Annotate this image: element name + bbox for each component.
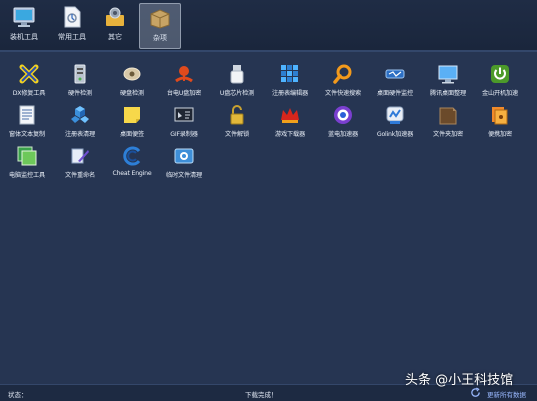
tool-file-rename[interactable]: 文件重命名 — [54, 145, 106, 187]
game-crown-icon — [281, 108, 299, 123]
tab-install-tools[interactable]: 装机工具 — [4, 3, 44, 47]
package-box-icon — [150, 9, 170, 29]
golink-icon — [386, 106, 404, 124]
tool-label: Cheat Engine — [112, 170, 152, 177]
rename-files-icon — [71, 148, 89, 164]
tool-temp-file-clean[interactable]: 临时文件清理 — [158, 145, 210, 187]
tool-label: 窗体文本复制 — [9, 131, 45, 138]
tool-label: 蓝电加速器 — [328, 131, 358, 138]
tool-dx-repair[interactable]: DX修复工具 — [3, 63, 55, 105]
tool-label: 腾讯桌面整理 — [430, 90, 466, 97]
monitor-icon — [13, 7, 35, 27]
tool-window-text-copy[interactable]: 窗体文本复制 — [1, 104, 53, 146]
tool-label: 注册表清理 — [65, 131, 95, 138]
tool-file-unlock[interactable]: 文件解锁 — [211, 104, 263, 146]
tool-game-downloader[interactable]: 游戏下载器 — [264, 104, 316, 146]
tool-disk-check[interactable]: 硬盘检测 — [106, 63, 158, 105]
tool-registry-editor[interactable]: 注册表编辑器 — [264, 63, 316, 105]
power-icon — [491, 65, 509, 83]
anchor-usb-icon — [175, 66, 193, 83]
green-windows-icon — [17, 146, 37, 166]
lock-files-icon — [492, 107, 508, 125]
text-document-icon — [19, 105, 35, 125]
tool-boot-accelerate[interactable]: 金山开机加速 — [474, 63, 526, 105]
tool-usb-encrypt[interactable]: 台电U盘加密 — [158, 63, 210, 105]
tool-pc-monitor[interactable]: 电脑监控工具 — [1, 145, 53, 187]
cheat-engine-icon — [123, 146, 141, 166]
tool-label: 台电U盘加密 — [166, 90, 202, 97]
tool-registry-cleaner[interactable]: 注册表清理 — [54, 104, 106, 146]
document-icon — [64, 6, 81, 28]
usb-drive-icon — [230, 65, 244, 84]
tool-label: U盘芯片检测 — [219, 90, 255, 97]
tool-gif-recorder[interactable]: GIF录制器 — [158, 104, 210, 146]
tool-label: 文件解锁 — [225, 131, 249, 138]
status-message: 下载完成！ — [245, 391, 278, 399]
desktop-monitor-icon — [438, 65, 458, 84]
tool-label: 文件快速搜索 — [325, 90, 361, 97]
watermark: 头条 @小王科技馆 — [405, 373, 514, 388]
registry-blocks-icon — [281, 65, 298, 82]
tool-label: 桌面便签 — [120, 131, 144, 138]
x-repair-icon — [19, 64, 39, 84]
gauge-monitor-icon — [385, 69, 405, 79]
tool-desktop-organizer[interactable]: 腾讯桌面整理 — [422, 63, 474, 105]
tab-common-tools[interactable]: 常用工具 — [52, 3, 92, 47]
folder-lock-icon — [439, 107, 457, 125]
tool-label: GIF录制器 — [170, 131, 198, 138]
tool-file-search[interactable]: 文件快速搜索 — [317, 63, 369, 105]
tab-misc[interactable]: 杂项 — [139, 3, 181, 49]
sticky-note-icon — [124, 107, 140, 123]
blue-orb-icon — [334, 106, 352, 124]
tool-usb-chip-detect[interactable]: U盘芯片检测 — [211, 63, 263, 105]
tool-hardware-detect[interactable]: 硬件检测 — [54, 63, 106, 105]
tab-label: 其它 — [108, 33, 122, 41]
tool-portable-encrypt[interactable]: 便携加密 — [474, 104, 526, 146]
tool-label: 桌面硬件监控 — [377, 90, 413, 97]
tool-blue-accelerator[interactable]: 蓝电加速器 — [317, 104, 369, 146]
tool-label: 注册表编辑器 — [272, 90, 308, 97]
toolbar-divider — [0, 50, 537, 52]
tool-label: DX修复工具 — [12, 90, 46, 97]
tool-folder-encrypt[interactable]: 文件夹加密 — [422, 104, 474, 146]
tool-label: 便携加密 — [488, 131, 512, 138]
tool-label: 硬件检测 — [68, 90, 92, 97]
clean-icon — [174, 148, 194, 164]
hard-disk-icon — [123, 67, 141, 81]
cubes-icon — [71, 106, 89, 123]
tab-others[interactable]: 其它 — [95, 3, 135, 47]
status-label: 状态： — [8, 391, 28, 399]
tool-label: 文件夹加密 — [433, 131, 463, 138]
tool-label: 游戏下载器 — [275, 131, 305, 138]
tool-hardware-monitor[interactable]: 桌面硬件监控 — [369, 63, 421, 105]
gear-folder-icon — [106, 7, 124, 26]
tool-label: 电脑监控工具 — [9, 172, 45, 179]
tool-label: 文件重命名 — [65, 172, 95, 179]
gif-recorder-icon — [174, 107, 194, 122]
tool-golink-accelerator[interactable]: Golink加速器 — [369, 104, 421, 146]
padlock-icon — [230, 105, 244, 125]
top-toolbar: 装机工具 常用工具 其它 杂项 — [0, 0, 537, 50]
computer-tower-icon — [74, 64, 86, 84]
tab-label: 装机工具 — [10, 33, 38, 41]
tool-cheat-engine[interactable]: Cheat Engine — [106, 145, 158, 187]
tool-label: 临时文件清理 — [166, 172, 202, 179]
tool-desktop-note[interactable]: 桌面便签 — [106, 104, 158, 146]
tab-label: 杂项 — [153, 34, 167, 42]
tool-label: Golink加速器 — [376, 131, 414, 138]
tool-label: 金山开机加速 — [482, 90, 518, 97]
tab-label: 常用工具 — [58, 33, 86, 41]
magnifier-icon — [333, 64, 352, 84]
tool-label: 硬盘检测 — [120, 90, 144, 97]
